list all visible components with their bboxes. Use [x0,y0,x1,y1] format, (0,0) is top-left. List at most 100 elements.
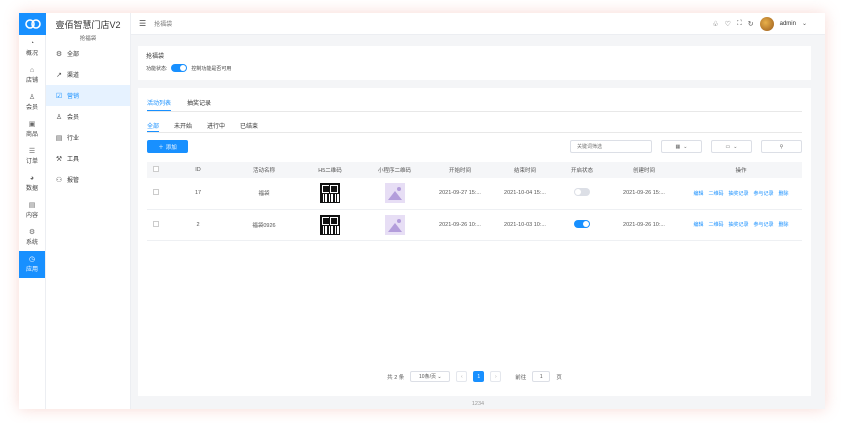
search-icon: ⚲ [779,143,784,150]
user-name[interactable]: admin [780,21,796,27]
goto-prefix: 前往 [515,374,527,381]
op-1-link[interactable]: 二维码 [708,190,723,197]
folder-select[interactable]: ▭ ⌄ [711,140,752,153]
cell-id: 17 [165,178,231,210]
tool-icon: ⚒ [55,155,63,163]
op-1-link[interactable]: 二维码 [708,221,723,228]
next-page-button[interactable]: › [490,371,502,382]
settings-card: 抢福袋 功能状态: 控制功能是否可用 [138,46,811,80]
op-3-link[interactable]: 参与记录 [754,190,774,197]
sidebar-item-3[interactable]: ♙ 会员 [46,106,130,127]
op-0-link[interactable]: 编辑 [693,190,703,197]
feature-toggle[interactable] [171,64,188,72]
goto-input[interactable]: 1 [532,371,551,382]
sidebar-item-4[interactable]: ▤ 行业 [46,127,130,148]
member-icon: ♙ [55,113,63,121]
col-start: 开始时间 [426,162,494,178]
add-button[interactable]: ＋添加 [147,140,188,153]
col-name: 活动名称 [231,162,297,178]
app-icon: ◷ [28,256,36,263]
op-0-link[interactable]: 编辑 [693,221,703,228]
h5-qr-code[interactable] [320,183,340,204]
hamburger-icon[interactable]: ☰ [139,19,146,28]
rail-item-0[interactable]: ◔ 概况 [19,35,45,62]
h5-qr-code[interactable] [320,214,340,235]
avatar[interactable] [759,16,774,31]
search-button[interactable]: ⚲ [761,140,802,153]
cell-id: 2 [165,209,231,241]
op-2-link[interactable]: 抽奖记录 [728,221,748,228]
sidebar-item-0[interactable]: ⚙ 全部 [46,43,130,64]
subtab-ended[interactable]: 已结束 [240,121,258,132]
page-number[interactable]: 1 [473,371,485,382]
sidebar-item-6[interactable]: ⚇ 报管 [46,169,130,190]
table-header-row: ID 活动名称 H5二维码 小程序二维码 开始时间 结束时间 开启状态 创建时间… [147,162,802,178]
sidebar-item-label: 工具 [67,157,80,163]
thumb-icon[interactable]: ♧ [712,20,718,28]
col-ops: 操作 [680,162,802,178]
sidebar-item-2[interactable]: ☑ 营销 [46,85,130,106]
goto-suffix: 页 [556,374,562,381]
rail-item-label: 订单 [25,159,38,165]
row-checkbox[interactable] [153,220,159,227]
rail-item-3[interactable]: ▣ 商品 [19,116,45,143]
rail-item-1[interactable]: ⌂ 店铺 [19,62,45,89]
row-status-toggle[interactable] [574,219,590,228]
subtab-all[interactable]: 全部 [147,121,160,132]
sidebar-item-label: 报管 [67,178,80,184]
rail-item-label: 应用 [25,267,38,273]
sidebar-item-5[interactable]: ⚒ 工具 [46,148,130,169]
goods-icon: ▣ [28,121,36,128]
row-checkbox[interactable] [153,189,159,196]
app-logo[interactable] [19,13,46,35]
store-icon: ⌂ [29,67,35,74]
store-header: 壹佰智慧门店V2 抢福袋 [46,13,130,43]
subtab-not-started[interactable]: 未开始 [174,121,192,132]
secondary-nav: 壹佰智慧门店V2 抢福袋 ⚙ 全部 ↗ 渠道 ☑ 营销 ♙ 会员 ▤ 行业 ⚒ 工具 ⚇ 报管 [46,13,131,409]
pagination: 共 2 条 10条/页 ⌄ ‹ 1 › 前往 1 页 [138,371,811,382]
tab-draw-records[interactable]: 抽奖记录 [187,98,211,111]
rail-item-8[interactable]: ◷ 应用 [19,251,45,278]
select-all-checkbox[interactable] [153,166,159,172]
top-bar: ☰ 抢福袋 ♧ ♡ ⛶ ↻ admin ⌄ [131,13,825,35]
op-3-link[interactable]: 参与记录 [754,221,774,228]
fullscreen-icon[interactable]: ⛶ [737,20,742,28]
chevron-down-icon[interactable]: ⌄ [802,20,807,27]
store-name: 壹佰智慧门店V2 [55,20,121,30]
total-count: 共 2 条 [387,374,405,381]
rail-item-7[interactable]: ⚙ 系统 [19,224,45,251]
rail-item-4[interactable]: ☰ 订单 [19,143,45,170]
op-2-link[interactable]: 抽奖记录 [728,190,748,197]
op-4-link[interactable]: 删除 [779,190,789,197]
rail-item-label: 数据 [25,186,38,192]
breadcrumb[interactable]: 抢福袋 [154,19,172,28]
main-tabs: 活动列表 抽奖记录 [147,98,802,112]
shield-icon[interactable]: ♡ [725,20,731,28]
activity-card: 活动列表 抽奖记录 全部 未开始 进行中 已结束 ＋添加 ▦⌄ ▭⌄ ⚲ ID … [138,88,811,396]
sidebar-item-label: 行业 [67,136,80,142]
rail-item-label: 店铺 [25,78,38,84]
image-placeholder-icon[interactable] [384,183,405,204]
page-size-select[interactable]: 10条/页 ⌄ [410,371,451,382]
row-status-toggle[interactable] [574,188,590,197]
search-input[interactable] [570,140,652,153]
toolbar: ＋添加 ▦⌄ ▭⌄ ⚲ [147,140,802,153]
add-label: 添加 [165,144,177,151]
image-placeholder-icon[interactable] [384,214,405,235]
refresh-icon[interactable]: ↻ [748,20,754,28]
rail-item-6[interactable]: ▤ 内容 [19,197,45,224]
rail-item-5[interactable]: ◕ 数据 [19,170,45,197]
col-end: 结束时间 [494,162,556,178]
status-select[interactable]: ▦ ⌄ [661,140,702,153]
table-row: 2 福袋0926 2021-09-26 10:... 2021-10-03 10:..… [147,209,802,241]
rail-item-2[interactable]: ♙ 会员 [19,89,45,116]
subtab-ongoing[interactable]: 进行中 [207,121,225,132]
sidebar-item-label: 全部 [67,52,80,58]
table-row: 17 福袋 2021-09-27 15:... 2021-10-04 15:... 20… [147,178,802,210]
sidebar-item-1[interactable]: ↗ 渠道 [46,64,130,85]
col-created: 创建时间 [608,162,680,178]
op-4-link[interactable]: 删除 [779,221,789,228]
tab-activity-list[interactable]: 活动列表 [147,98,172,111]
prev-page-button[interactable]: ‹ [456,371,468,382]
sidebar-item-label: 渠道 [67,73,80,79]
